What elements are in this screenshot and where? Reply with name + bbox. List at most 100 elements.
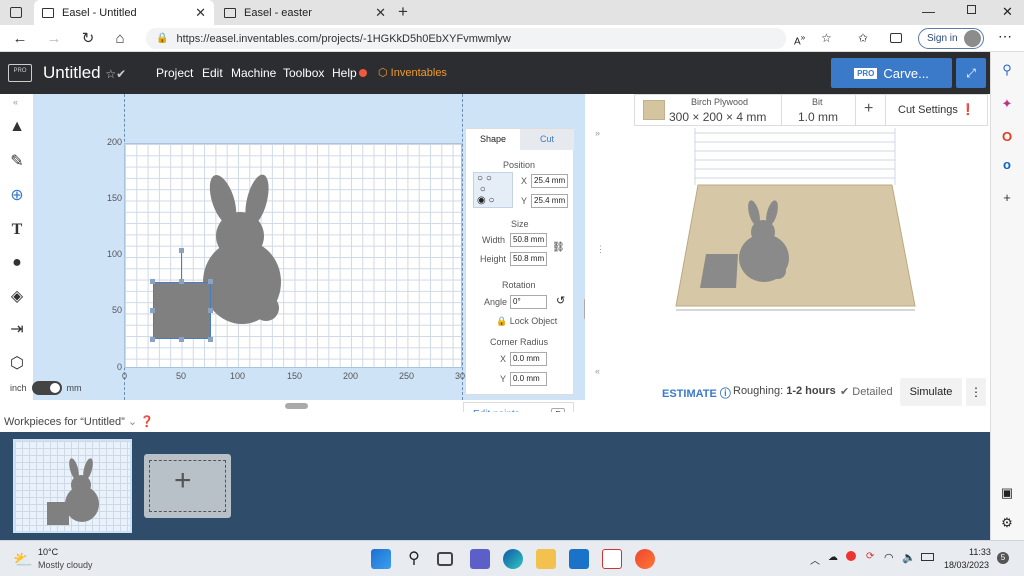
simulate-button[interactable]: Simulate: [900, 378, 962, 406]
square-shape-selected[interactable]: [153, 282, 211, 339]
task-view-icon[interactable]: [437, 552, 453, 566]
search-icon[interactable]: ⚲: [1000, 63, 1014, 77]
tray-chevron-icon[interactable]: ︿: [810, 552, 820, 567]
home-icon[interactable]: ⌂: [110, 29, 130, 49]
forward-icon[interactable]: →: [44, 29, 64, 49]
file-explorer-icon[interactable]: [536, 549, 556, 569]
resize-handle[interactable]: [150, 337, 155, 342]
close-tab-icon[interactable]: ✕: [195, 5, 206, 21]
workpieces-title[interactable]: Workpieces for “Untitled” ⌄ ❓: [4, 415, 154, 428]
close-window-icon[interactable]: ✕: [1002, 4, 1013, 20]
3d-box-icon[interactable]: ◈: [7, 287, 27, 307]
collections-icon[interactable]: [890, 33, 902, 43]
search-icon[interactable]: ⚲: [404, 549, 424, 569]
back-icon[interactable]: ←: [10, 29, 30, 49]
angle-field[interactable]: 0°: [510, 295, 547, 309]
height-field[interactable]: 50.8 mm: [510, 252, 547, 266]
material-swatch[interactable]: [643, 100, 665, 120]
inventables-link[interactable]: ⬡ Inventables: [378, 66, 447, 79]
favorite-add-icon[interactable]: ☆: [821, 31, 832, 45]
position-x-field[interactable]: 25.4 mm: [531, 174, 568, 188]
menu-help[interactable]: Help: [332, 66, 357, 80]
menu-toolbox[interactable]: Toolbox: [283, 66, 324, 80]
panel-divider[interactable]: » ⋮ «: [585, 94, 605, 412]
tab-shape[interactable]: Shape: [466, 129, 520, 150]
corner-x-field[interactable]: 0.0 mm: [510, 352, 547, 366]
mail-icon[interactable]: [569, 549, 589, 569]
estimate-link[interactable]: ESTIMATE ⓘ: [662, 385, 731, 401]
add-workpiece-button[interactable]: +: [144, 454, 231, 518]
help-icon[interactable]: ❓: [140, 416, 154, 428]
clock-time[interactable]: 11:33: [969, 547, 991, 557]
apps-apple-icon[interactable]: ●: [7, 253, 27, 273]
text-icon[interactable]: T: [7, 220, 27, 240]
star-icon[interactable]: ☆: [105, 67, 116, 81]
outlook-icon[interactable]: o: [1000, 158, 1014, 172]
position-y-field[interactable]: 25.4 mm: [531, 194, 568, 208]
tray-app-icon[interactable]: [846, 551, 856, 561]
add-bit-button[interactable]: +: [864, 100, 873, 118]
pen-icon[interactable]: ✎: [7, 152, 27, 172]
clock-date[interactable]: 18/03/2023: [944, 560, 989, 570]
battery-icon[interactable]: [921, 553, 934, 561]
drag-handle-icon[interactable]: ⋮: [596, 244, 605, 255]
tab-actions-icon[interactable]: [10, 7, 22, 18]
tab-easel-easter[interactable]: Easel - easter ✕: [216, 0, 394, 25]
office-icon[interactable]: O: [1000, 130, 1014, 144]
restore-icon[interactable]: [967, 5, 976, 14]
width-field[interactable]: 50.8 mm: [510, 233, 547, 247]
tray-app-icon[interactable]: ☁: [828, 552, 838, 563]
detailed-option[interactable]: ✔ Detailed: [840, 385, 893, 398]
bit-value[interactable]: 1.0 mm: [798, 110, 838, 124]
media-app-icon[interactable]: [635, 549, 655, 569]
canvas-scrollbar[interactable]: [285, 403, 308, 409]
unit-switch[interactable]: [31, 381, 62, 395]
3d-preview[interactable]: [670, 128, 920, 318]
cut-settings-button[interactable]: Cut Settings ❗: [898, 103, 975, 116]
resize-handle[interactable]: [150, 279, 155, 284]
unit-toggle[interactable]: inch mm: [10, 381, 82, 395]
crosshair-icon[interactable]: ⊕: [7, 186, 27, 206]
more-options-icon[interactable]: ⋮: [966, 378, 986, 406]
collapse-right-icon[interactable]: »: [595, 128, 600, 138]
collapse-up-icon[interactable]: «: [13, 97, 18, 107]
tray-app-icon[interactable]: ⟳: [866, 551, 874, 562]
tab-cut[interactable]: Cut: [520, 129, 574, 150]
expand-icon[interactable]: ⤢: [956, 58, 986, 88]
new-tab-button[interactable]: +: [398, 2, 408, 22]
resize-handle[interactable]: [179, 337, 184, 342]
close-tab-icon[interactable]: ✕: [375, 5, 386, 21]
corner-y-field[interactable]: 0.0 mm: [510, 372, 547, 386]
more-icon[interactable]: ⋯: [998, 28, 1012, 45]
chevron-down-icon[interactable]: ⌄: [128, 416, 137, 428]
resize-handle[interactable]: [208, 308, 213, 313]
weather-desc[interactable]: Mostly cloudy: [38, 560, 93, 570]
menu-edit[interactable]: Edit: [202, 66, 223, 80]
rotate-handle-knob[interactable]: [179, 248, 184, 253]
tab-easel-untitled[interactable]: Easel - Untitled ✕: [34, 0, 214, 25]
start-icon[interactable]: [371, 549, 391, 569]
collapse-left-icon[interactable]: «: [595, 366, 600, 376]
volume-icon[interactable]: 🔈: [902, 551, 916, 564]
read-aloud-icon[interactable]: A»: [794, 32, 805, 47]
link-icon[interactable]: ⛓: [552, 242, 565, 253]
edge-icon[interactable]: [503, 549, 523, 569]
anchor-selector[interactable]: ○ ○ ○ ◉ ○: [473, 172, 513, 208]
reset-rotation-icon[interactable]: ↺: [556, 294, 565, 307]
workpiece-thumbnail[interactable]: [13, 439, 132, 533]
settings-gear-icon[interactable]: ⚙: [1000, 516, 1014, 530]
office-app-icon[interactable]: [602, 549, 622, 569]
rotate-handle[interactable]: [181, 250, 182, 280]
minimize-icon[interactable]: —: [922, 4, 935, 19]
cube-icon[interactable]: ⬡: [7, 354, 27, 374]
resize-handle[interactable]: [150, 308, 155, 313]
wifi-icon[interactable]: ◠: [884, 551, 894, 564]
menu-project[interactable]: Project: [156, 66, 193, 80]
teams-chat-icon[interactable]: [470, 549, 490, 569]
weather-icon[interactable]: ⛅: [13, 550, 33, 570]
import-icon[interactable]: ⇥: [7, 320, 27, 340]
url-field[interactable]: 🔒 https://easel.inventables.com/projects…: [146, 28, 786, 49]
favorites-icon[interactable]: ✩: [858, 31, 868, 45]
sidebar-toggle-icon[interactable]: ▣: [1000, 486, 1014, 500]
carve-button[interactable]: PRO Carve...: [831, 58, 952, 88]
